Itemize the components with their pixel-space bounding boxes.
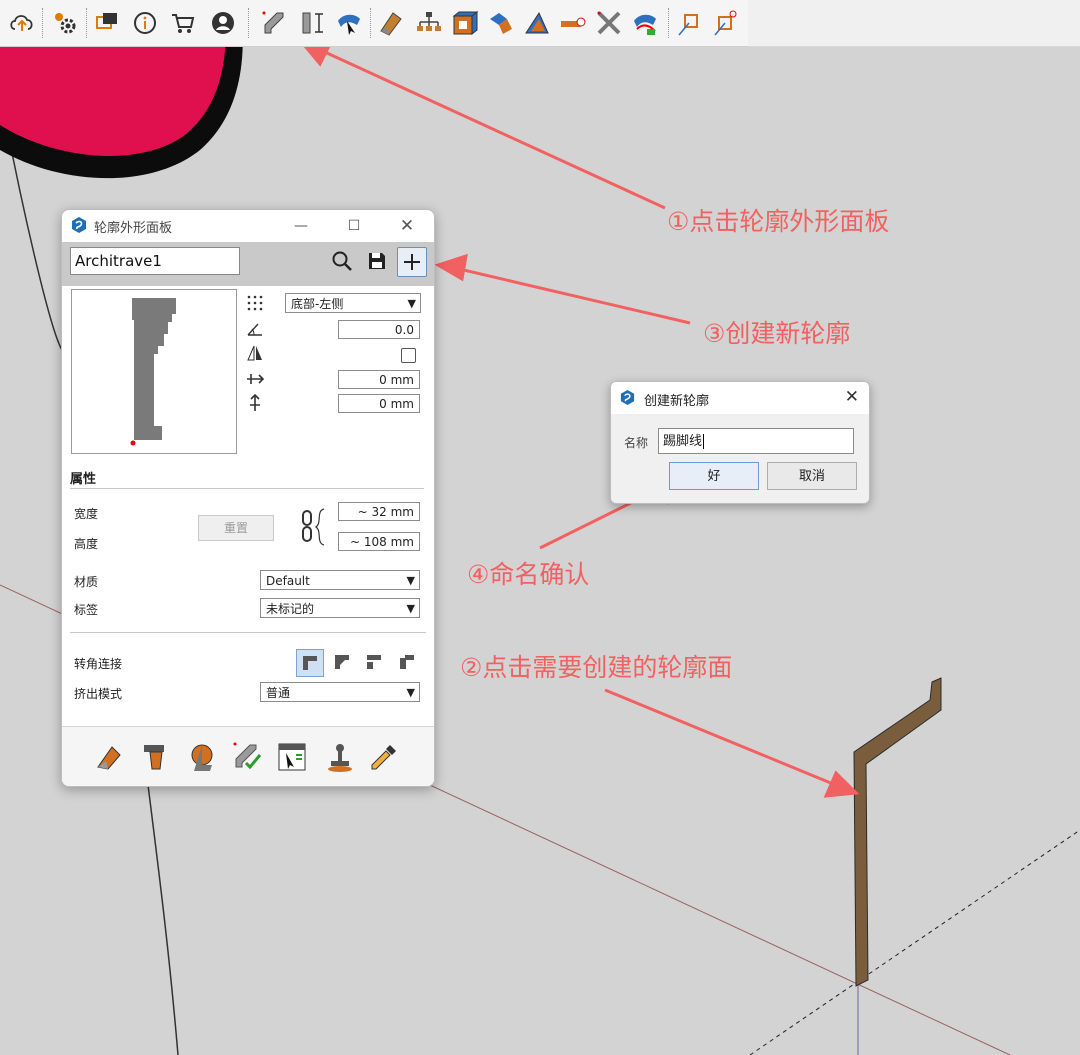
corner-butt-button[interactable] xyxy=(361,649,387,675)
annotation-step1: ①点击轮廓外形面板 xyxy=(667,207,890,236)
corner-join-label: 转角连接 xyxy=(74,657,123,671)
chevron-down-icon: ▼ xyxy=(406,574,415,587)
bevel-icon[interactable] xyxy=(522,8,552,38)
account-icon[interactable] xyxy=(208,8,238,38)
close-button[interactable]: ✕ xyxy=(394,214,420,238)
eyedropper-icon[interactable] xyxy=(368,741,400,773)
baseboard-profile-shape xyxy=(853,677,942,987)
annotation-step3: ③创建新轮廓 xyxy=(703,319,851,348)
profile-tools-bar xyxy=(62,726,434,786)
corner-icon[interactable] xyxy=(674,8,704,38)
dimension-profile-icon[interactable] xyxy=(298,8,328,38)
dialog-title: 创建新轮廓 xyxy=(644,394,710,409)
frame-icon[interactable] xyxy=(710,8,740,38)
cloud-upload-icon[interactable] xyxy=(7,8,37,38)
rotation-field[interactable]: 0.0 xyxy=(338,320,420,339)
material-label: 材质 xyxy=(74,575,99,589)
vertical-offset-icon xyxy=(250,394,260,411)
tag-label: 标签 xyxy=(74,603,99,617)
loft-icon[interactable] xyxy=(630,8,660,38)
width-field[interactable]: ~ 32 mm xyxy=(338,502,420,521)
profile-path-icon[interactable] xyxy=(258,8,288,38)
profile-panel-titlebar[interactable]: 轮廓外形面板 — ☐ ✕ xyxy=(62,210,434,242)
settings-icon[interactable] xyxy=(50,8,80,38)
ok-button[interactable]: 好 xyxy=(669,462,759,490)
chevron-down-icon: ▼ xyxy=(406,686,415,699)
chat-icon[interactable] xyxy=(92,8,122,38)
height-label: 高度 xyxy=(74,537,99,551)
divider xyxy=(70,488,424,489)
hierarchy-icon[interactable] xyxy=(414,8,444,38)
save-icon[interactable] xyxy=(363,247,391,275)
minimize-button[interactable]: — xyxy=(288,214,314,238)
cancel-button[interactable]: 取消 xyxy=(767,462,857,490)
sketchup-logo-icon xyxy=(72,217,86,233)
material-select[interactable]: Default ▼ xyxy=(260,570,420,590)
offset-y-field[interactable]: 0 mm xyxy=(338,394,420,413)
mirror-checkbox[interactable] xyxy=(401,348,416,363)
corner-overlap-button[interactable] xyxy=(394,649,420,675)
extrude-mode-label: 挤出模式 xyxy=(74,687,123,701)
width-label: 宽度 xyxy=(74,507,99,521)
corner-bevel-button[interactable] xyxy=(329,649,355,675)
tag-select[interactable]: 未标记的 ▼ xyxy=(260,598,420,618)
fold-icon[interactable] xyxy=(486,8,516,38)
profile-name-input[interactable]: Architrave1 xyxy=(70,247,240,275)
grid-anchor-icon xyxy=(247,295,263,311)
profile-panel-window: 轮廓外形面板 — ☐ ✕ Architrave1 底部-左侧 ▼ 0.0 0 mm… xyxy=(61,209,435,787)
toolbar xyxy=(0,0,749,47)
follow-path-icon[interactable] xyxy=(140,741,172,773)
anchor-select[interactable]: 底部-左侧 ▼ xyxy=(285,293,421,313)
rotation-icon xyxy=(247,323,262,336)
reset-button[interactable]: 重置 xyxy=(198,515,274,541)
extrude-mode-select[interactable]: 普通 ▼ xyxy=(260,682,420,702)
profile-preview-shape xyxy=(132,298,176,440)
cross-icon[interactable] xyxy=(594,8,624,38)
box-icon[interactable] xyxy=(450,8,480,38)
mirror-icon xyxy=(247,345,262,361)
info-icon[interactable] xyxy=(130,8,160,38)
create-profile-dialog: 创建新轮廓 ✕ 名称 踢脚线 好 取消 xyxy=(610,381,870,504)
eraser-icon[interactable] xyxy=(376,8,406,38)
edit-profile-icon[interactable] xyxy=(232,741,264,773)
annotation-step4: ④命名确认 xyxy=(467,560,590,589)
toolbar-empty-area xyxy=(748,0,1080,47)
add-tag-icon[interactable] xyxy=(558,8,588,38)
sketchup-logo-icon xyxy=(620,389,635,406)
add-profile-button[interactable] xyxy=(397,247,427,277)
dialog-name-label: 名称 xyxy=(624,436,649,450)
dialog-close-button[interactable]: ✕ xyxy=(845,387,859,407)
profile-panel-title: 轮廓外形面板 xyxy=(94,221,173,236)
object-edge-line-2 xyxy=(147,784,179,1055)
select-profile-icon[interactable] xyxy=(276,741,308,773)
height-field[interactable]: ~ 108 mm xyxy=(338,532,420,551)
select-path-icon[interactable] xyxy=(334,8,364,38)
annotation-step2: ②点击需要创建的轮廓面 xyxy=(460,653,733,682)
horizontal-offset-icon xyxy=(247,374,264,384)
chevron-down-icon: ▼ xyxy=(407,297,416,310)
stamp-icon[interactable] xyxy=(324,741,356,773)
lathe-icon[interactable] xyxy=(186,741,218,773)
maximize-button[interactable]: ☐ xyxy=(341,214,367,238)
profile-name-row: Architrave1 xyxy=(62,242,434,286)
cart-icon[interactable] xyxy=(168,8,198,38)
dialog-titlebar[interactable]: 创建新轮廓 ✕ xyxy=(611,382,869,414)
dialog-name-input[interactable]: 踢脚线 xyxy=(658,428,854,454)
profile-preview xyxy=(71,289,237,454)
corner-miter-button[interactable] xyxy=(296,649,324,677)
chevron-down-icon: ▼ xyxy=(406,602,415,615)
divider xyxy=(70,632,426,633)
attributes-heading: 属性 xyxy=(70,472,97,487)
extrude-profile-icon[interactable] xyxy=(94,741,126,773)
link-proportion-icon[interactable] xyxy=(300,507,328,547)
search-icon[interactable] xyxy=(328,247,356,275)
offset-x-field[interactable]: 0 mm xyxy=(338,370,420,389)
green-axis-dashed xyxy=(749,829,1080,1055)
